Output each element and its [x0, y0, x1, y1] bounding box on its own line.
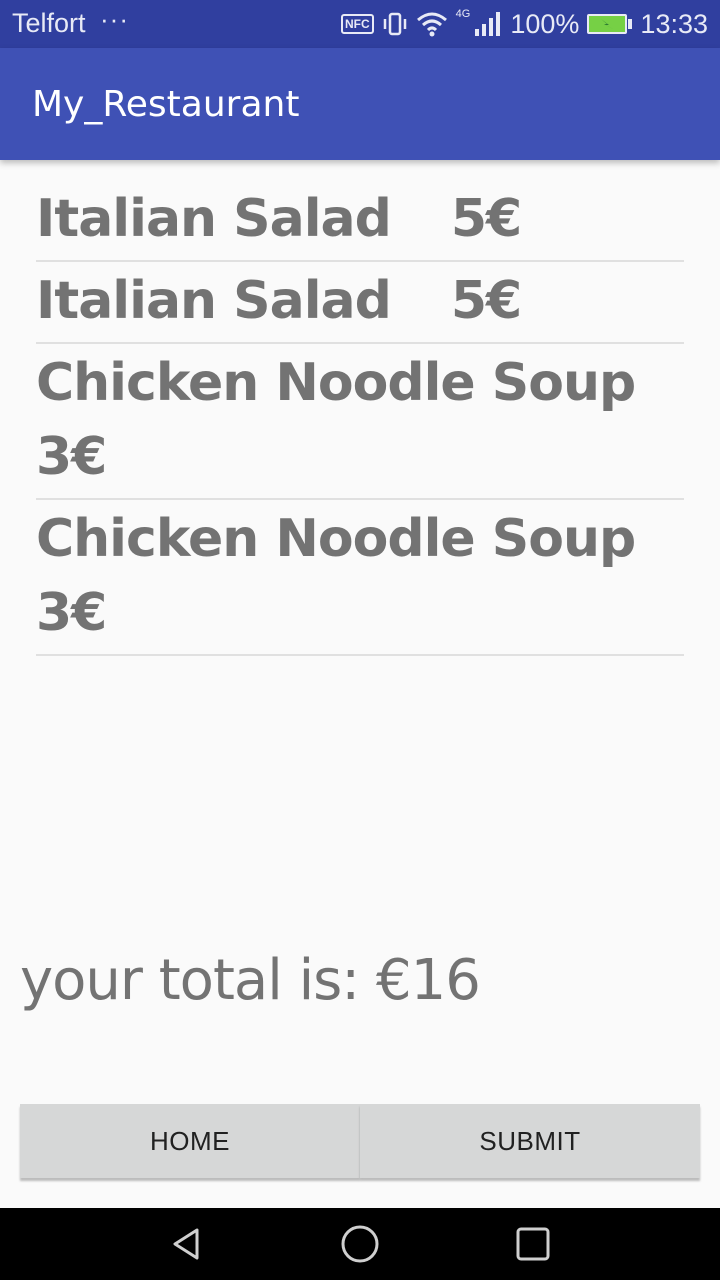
network-type-label: 4G — [455, 8, 471, 20]
app-title: My_Restaurant — [32, 84, 300, 125]
battery-charging-icon — [587, 14, 633, 34]
more-dots-icon: ··· — [100, 4, 129, 34]
order-list: Italian Salad 5€ Italian Salad 5€ Chicken … — [36, 180, 684, 656]
status-bar: Telfort ··· NFC 4G 100% 13:33 — [0, 0, 720, 48]
list-item[interactable]: Italian Salad 5€ — [36, 262, 684, 344]
list-item[interactable]: Chicken Noodle Soup 3€ — [36, 344, 684, 500]
app-bar: My_Restaurant — [0, 48, 720, 160]
item-price: 3€ — [36, 427, 107, 487]
action-buttons: HOME SUBMIT — [20, 1104, 700, 1178]
home-button[interactable]: HOME — [20, 1104, 360, 1178]
wifi-icon — [416, 11, 448, 37]
item-price: 3€ — [36, 583, 107, 643]
signal-icon — [474, 11, 502, 37]
item-name: Italian Salad — [36, 271, 392, 331]
list-item[interactable]: Chicken Noodle Soup 3€ — [36, 500, 684, 656]
home-icon[interactable] — [330, 1214, 390, 1274]
order-total: your total is: €16 — [20, 948, 481, 1013]
submit-button[interactable]: SUBMIT — [360, 1104, 700, 1178]
navigation-bar — [0, 1208, 720, 1280]
back-icon[interactable] — [157, 1214, 217, 1274]
item-name: Italian Salad — [36, 189, 392, 249]
item-name: Chicken Noodle Soup — [36, 509, 636, 569]
item-name: Chicken Noodle Soup — [36, 353, 636, 413]
carrier-name: Telfort — [12, 8, 86, 38]
item-price: 5€ — [450, 271, 522, 331]
battery-percent: 100% — [510, 8, 580, 39]
list-item[interactable]: Italian Salad 5€ — [36, 180, 684, 262]
vibrate-icon — [382, 11, 408, 37]
recents-icon[interactable] — [503, 1214, 563, 1274]
nfc-icon: NFC — [341, 14, 374, 34]
clock: 13:33 — [640, 8, 708, 39]
item-price: 5€ — [450, 189, 522, 249]
